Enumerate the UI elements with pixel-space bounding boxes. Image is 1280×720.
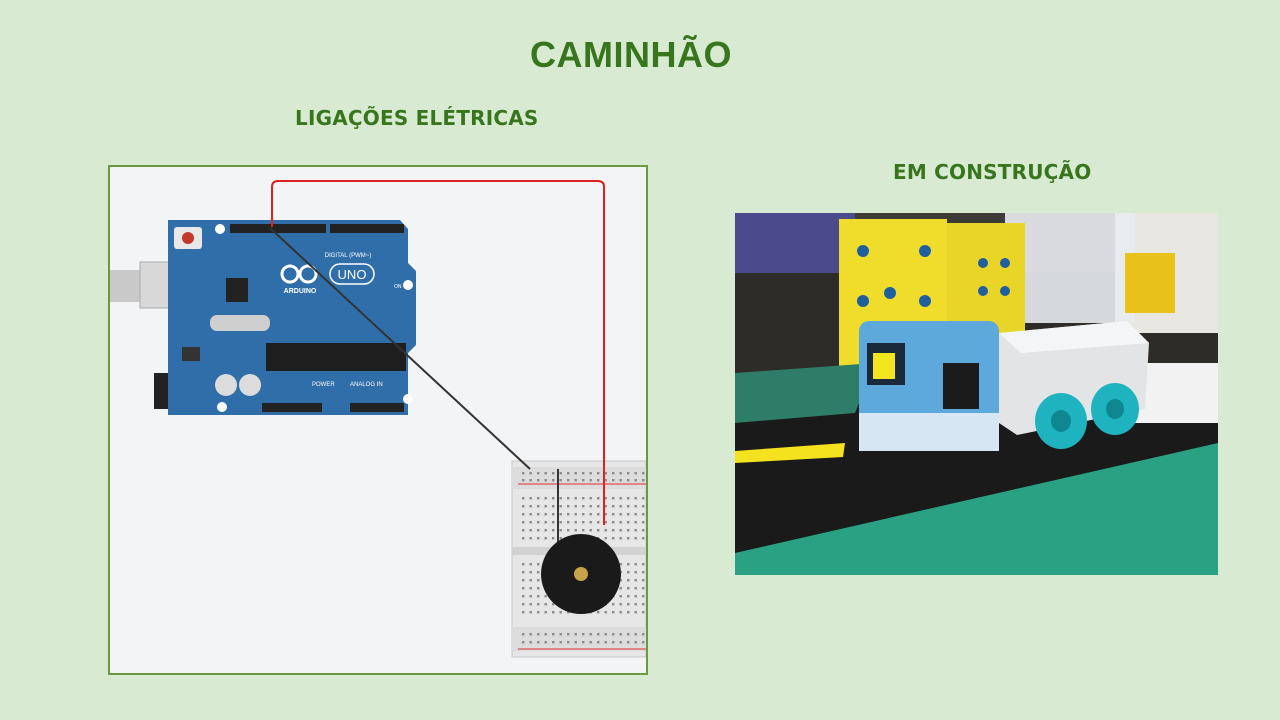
microcontroller-chip [266,343,406,371]
electrical-connections-heading: LIGAÇÕES ELÉTRICAS [295,106,539,130]
truck-cab [859,321,999,451]
power-label: POWER [312,382,335,388]
analog-header [350,403,404,412]
board-brand-label: ARDUINO [284,288,317,295]
analog-in-label: ANALOG IN [350,382,383,388]
circuit-diagram-canvas: UNO ARDUINO DIGITAL (PWM~) ON POWER ANAL… [110,180,646,658]
under-construction-heading: EM CONSTRUÇÃO [893,160,1092,184]
board-model-label: UNO [338,267,367,282]
circuit-diagram: UNO ARDUINO DIGITAL (PWM~) ON POWER ANAL… [108,165,648,675]
reset-button [182,232,194,244]
digital-label: DIGITAL (PWM~) [325,253,372,259]
piezo-buzzer [541,534,621,614]
photo-illustration [735,213,1218,575]
slide-title: CAMINHÃO [530,34,732,75]
power-header [262,403,322,412]
digital-header [230,224,326,233]
truck-construction-photo [735,213,1218,575]
on-led-label: ON [394,284,402,290]
